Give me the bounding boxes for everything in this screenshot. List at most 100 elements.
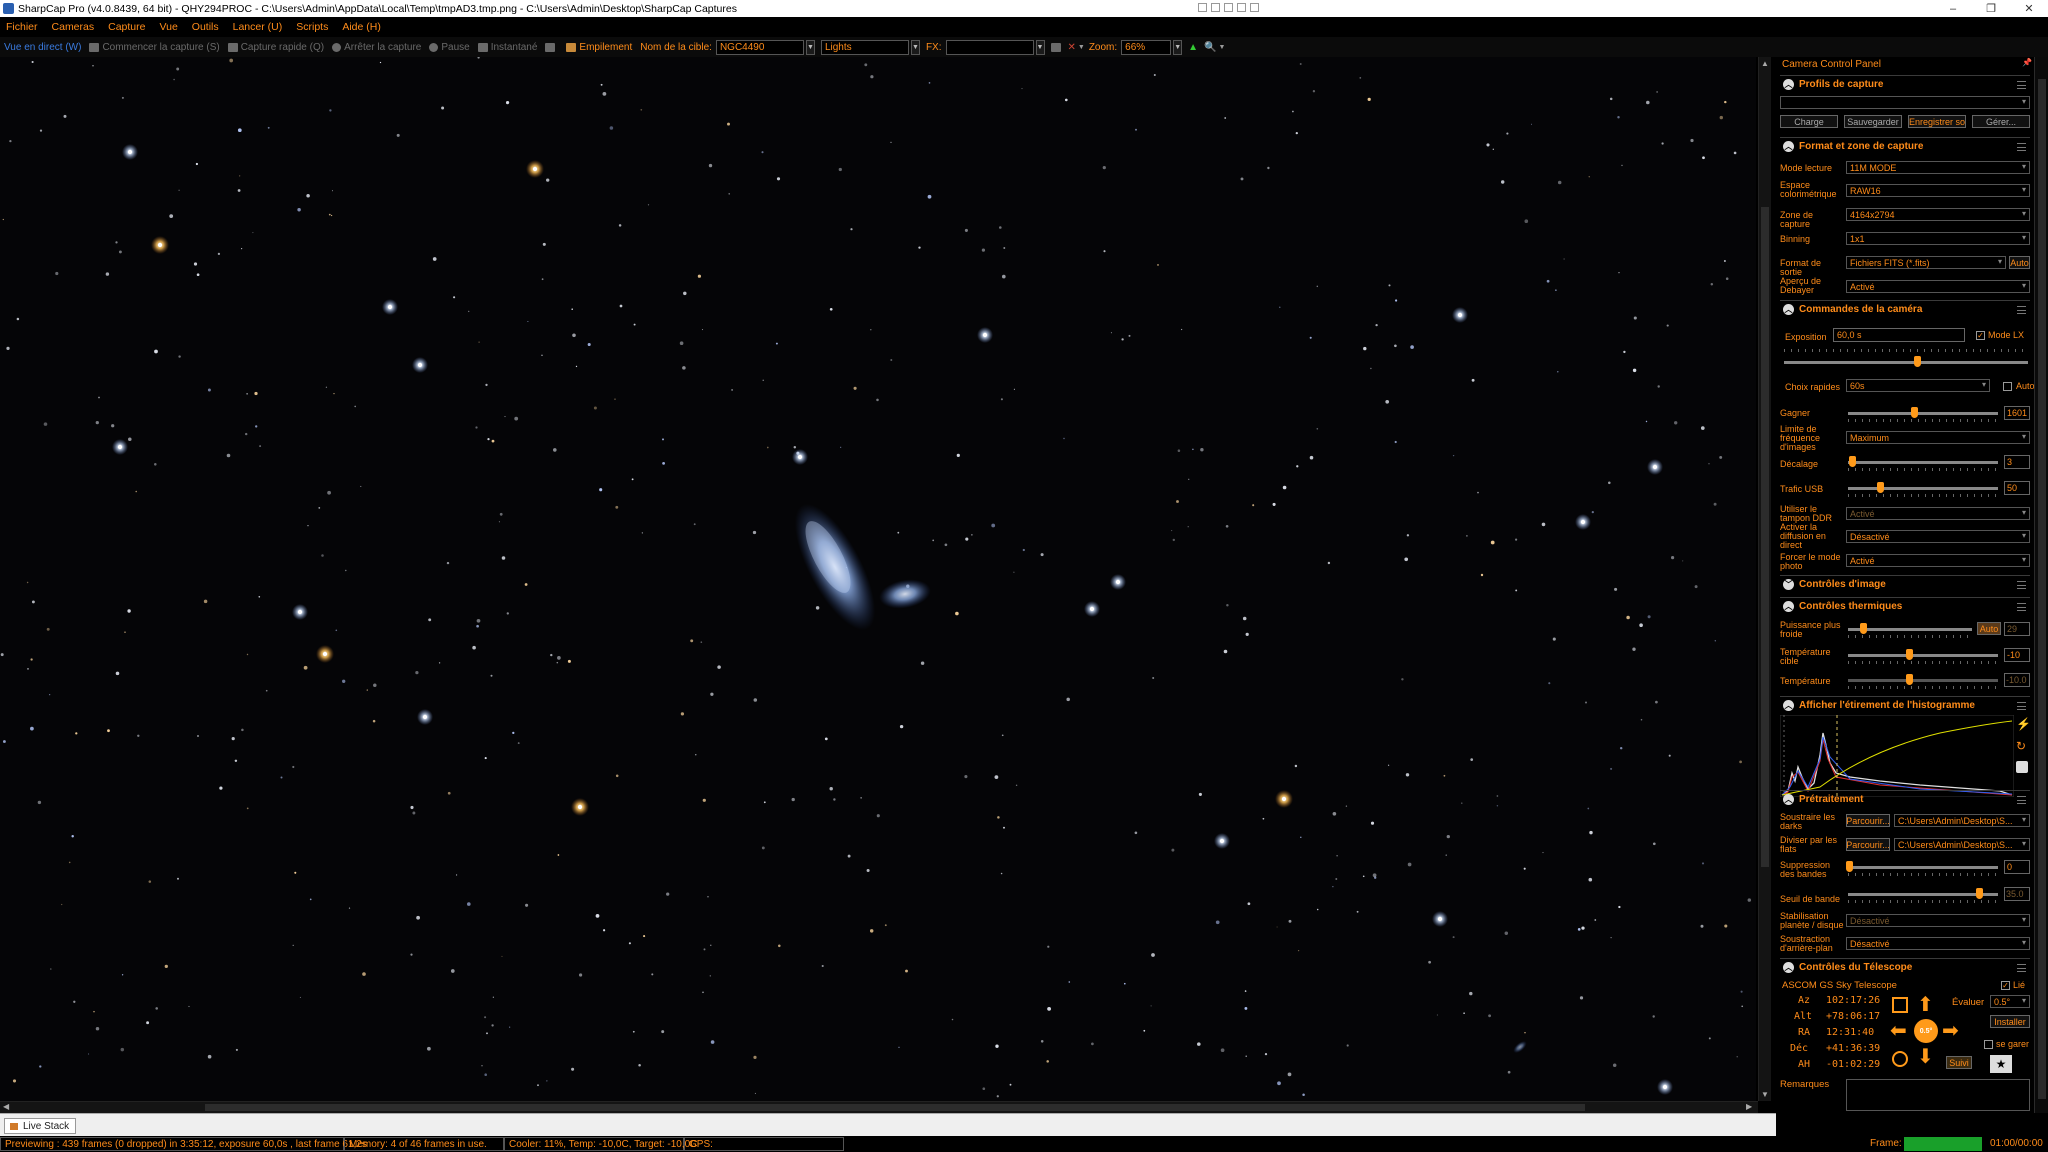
histogram-plot[interactable] (1780, 715, 2014, 797)
park-checkbox[interactable] (1984, 1040, 1993, 1049)
target-name-input[interactable]: NGC4490 (715, 39, 804, 55)
load-profile-button[interactable]: Charge (1780, 115, 1838, 128)
target-temp-slider-track[interactable] (1848, 654, 1998, 657)
menu-icon[interactable] (2017, 306, 2026, 314)
telescope-linked-checkbox[interactable]: ✓ (2001, 981, 2010, 990)
aux-tool-button[interactable] (545, 42, 558, 52)
stabilisation-select[interactable]: Désactivé (1846, 914, 2030, 927)
scroll-up-arrow[interactable]: ▲ (1761, 59, 1769, 68)
background-subtraction-select[interactable]: Désactivé (1846, 937, 2030, 950)
zoom-tool-button[interactable]: 🔍 (1204, 42, 1216, 53)
scroll-thumb[interactable] (1761, 207, 1769, 867)
tracking-button[interactable]: Suivi (1946, 1056, 1972, 1069)
viewer-horizontal-scrollbar[interactable]: ◀ ▶ (0, 1101, 1758, 1113)
histogram-tool-button[interactable]: ▲ (1188, 42, 1198, 53)
profile-select[interactable] (1780, 96, 2030, 109)
section-histogram[interactable]: ︿ Afficher l'étirement de l'histogramme (1780, 696, 2030, 714)
panel-scroll-thumb[interactable] (2038, 79, 2046, 1099)
east-arrow-button[interactable]: ➡ (1942, 1021, 1959, 1041)
colour-space-select[interactable]: RAW16 (1846, 184, 2030, 197)
menu-icon[interactable] (2017, 702, 2026, 710)
cooler-power-input[interactable]: 29 (2004, 622, 2030, 636)
scroll-right-arrow[interactable]: ▶ (1746, 1102, 1752, 1111)
menu-icon[interactable] (2017, 603, 2026, 611)
banding-slider-handle[interactable] (1846, 861, 1853, 872)
flats-browse-button[interactable]: Parcourir... (1846, 838, 1890, 851)
section-preprocessing[interactable]: ︿ Prétraitement (1780, 790, 2030, 808)
save-icon[interactable] (2016, 761, 2028, 773)
usb-slider-track[interactable] (1848, 487, 1998, 490)
install-button[interactable]: Installer (1990, 1015, 2030, 1028)
notes-textarea[interactable] (1846, 1079, 2030, 1111)
gain-slider-track[interactable] (1848, 412, 1998, 415)
minus-icon[interactable] (1224, 3, 1233, 12)
live-view-button[interactable]: Vue en direct (W) (4, 42, 81, 53)
frame-type-dropdown-arrow[interactable]: ▼ (910, 39, 920, 55)
reticle-button[interactable]: ✕ (1068, 42, 1076, 53)
exposure-slider-track[interactable] (1784, 361, 2028, 364)
menu-scripts[interactable]: Scripts (296, 21, 328, 33)
panel-scrollbar[interactable] (2034, 57, 2048, 1113)
menu-icon[interactable] (2017, 964, 2026, 972)
save-as-profile-button[interactable]: Enregistrer so (1908, 115, 1966, 128)
viewer-vertical-scrollbar[interactable]: ▲ ▼ (1758, 57, 1771, 1101)
close-button[interactable]: ✕ (2010, 0, 2048, 17)
stop-capture-button[interactable]: Arrêter la capture (332, 42, 421, 53)
target-temp-input[interactable]: -10 (2004, 648, 2030, 662)
menu-capture[interactable]: Capture (108, 21, 145, 33)
zoom-select[interactable]: 66% (1121, 39, 1172, 55)
live-stack-tab[interactable]: Live Stack (4, 1118, 77, 1134)
output-auto-button[interactable]: Auto (2009, 256, 2030, 269)
target-temp-slider-handle[interactable] (1906, 649, 1913, 660)
menu-icon[interactable] (2017, 796, 2026, 804)
usb-input[interactable]: 50 (2004, 481, 2030, 495)
banding-slider-track[interactable] (1848, 866, 1998, 869)
lx-mode-checkbox[interactable]: ✓ (1976, 331, 1985, 340)
minimize-button[interactable]: – (1934, 0, 1972, 17)
band-threshold-input[interactable]: 35.0 (2004, 887, 2030, 901)
grid-icon[interactable] (1211, 3, 1220, 12)
quick-capture-button[interactable]: Capture rapide (Q) (227, 42, 324, 53)
pause-button[interactable]: Pause (429, 42, 470, 53)
stacking-button[interactable]: Empilement (566, 42, 632, 53)
flats-path-select[interactable]: C:\Users\Admin\Desktop\S... (1894, 838, 2030, 851)
exposure-slider-handle[interactable] (1914, 356, 1921, 367)
start-capture-button[interactable]: Commencer la capture (S) (89, 42, 220, 53)
darks-browse-button[interactable]: Parcourir... (1846, 814, 1890, 827)
photo-mode-select[interactable]: Activé (1846, 554, 2030, 567)
usb-slider-handle[interactable] (1877, 482, 1884, 493)
offset-slider-track[interactable] (1848, 461, 1998, 464)
read-mode-select[interactable]: 11M MODE (1846, 161, 2030, 174)
menu-cameras[interactable]: Cameras (52, 21, 95, 33)
save-profile-button[interactable]: Sauvegarder (1844, 115, 1902, 128)
banding-input[interactable]: 0 (2004, 860, 2030, 874)
band-threshold-slider-handle[interactable] (1976, 888, 1983, 899)
section-thermal[interactable]: ︿ Contrôles thermiques (1780, 597, 2030, 615)
frame-type-select[interactable]: Lights (820, 39, 909, 55)
menu-icon[interactable] (2017, 581, 2026, 589)
pin-icon[interactable]: 📌 (2022, 58, 2032, 67)
exposure-input[interactable]: 60,0 s (1833, 328, 1965, 342)
menu-icon[interactable] (2017, 143, 2026, 151)
goto-target-icon[interactable] (1892, 997, 1908, 1013)
image-viewer[interactable] (0, 57, 1756, 1101)
chevron-down-icon[interactable] (1237, 3, 1246, 12)
offset-input[interactable]: 3 (2004, 455, 2030, 469)
reset-icon[interactable]: ↻ (2016, 739, 2030, 753)
cooler-power-slider-handle[interactable] (1860, 623, 1867, 634)
target-dropdown-arrow[interactable]: ▼ (805, 39, 815, 55)
section-format[interactable]: ︿ Format et zone de capture (1780, 137, 2030, 155)
star-icon[interactable]: ★ (1990, 1055, 2012, 1073)
debayer-select[interactable]: Activé (1846, 280, 2030, 293)
help-icon[interactable] (1250, 3, 1259, 12)
center-rate-button[interactable]: 0.5° (1914, 1019, 1938, 1043)
sync-target-icon[interactable] (1892, 1051, 1908, 1067)
auto-stretch-icon[interactable]: ⚡ (2016, 717, 2031, 731)
snapshot-button[interactable]: Instantané (477, 42, 537, 53)
section-image-controls[interactable]: ﹀ Contrôles d'image (1780, 575, 2030, 593)
capture-area-select[interactable]: 4164x2794 (1846, 208, 2030, 221)
section-camera-controls[interactable]: ︿ Commandes de la caméra (1780, 300, 2030, 318)
fps-limit-select[interactable]: Maximum (1846, 431, 2030, 444)
quick-choice-select[interactable]: 60s (1846, 379, 1990, 392)
gain-input[interactable]: 1601 (2004, 406, 2030, 420)
